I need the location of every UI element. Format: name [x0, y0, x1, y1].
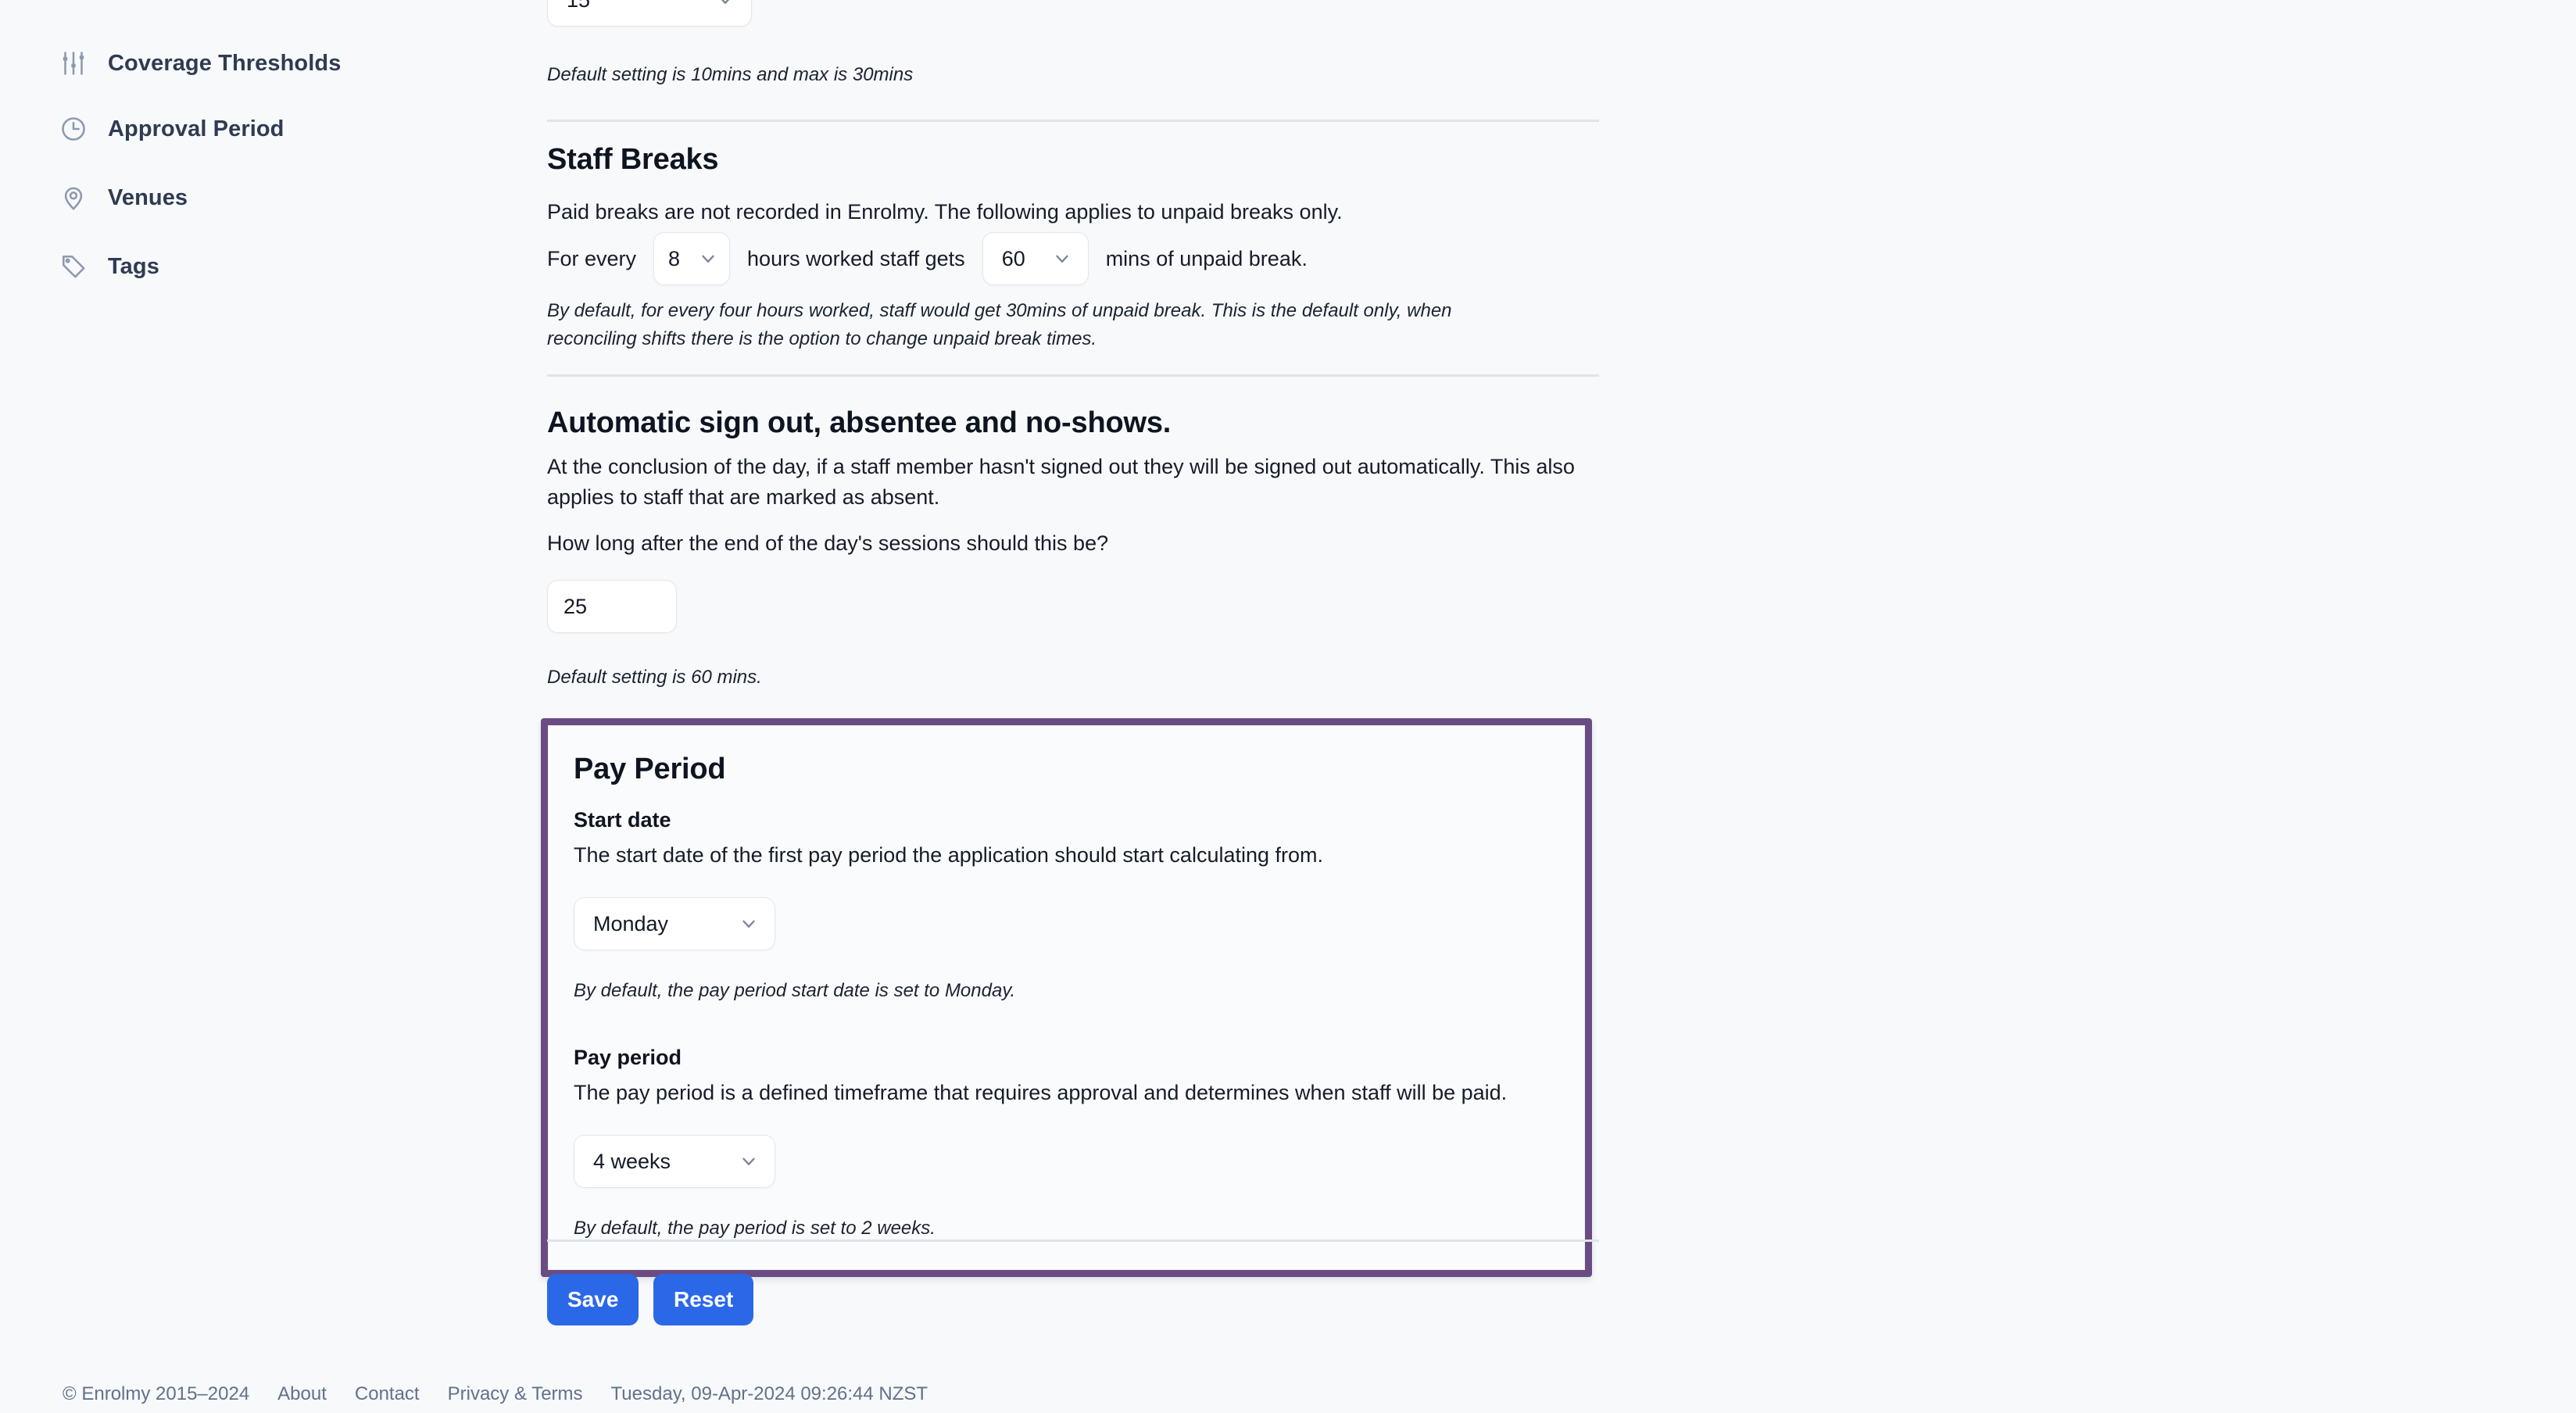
sidebar-item-tags[interactable]: Tags — [0, 232, 516, 301]
pay-period-length-select[interactable]: 4 weeks — [574, 1135, 775, 1188]
pay-period-highlight-box: Pay Period Start date The start date of … — [541, 718, 1592, 1277]
staff-breaks-description: Paid breaks are not recorded in Enrolmy.… — [547, 200, 1343, 224]
footer-contact-link[interactable]: Contact — [355, 1383, 420, 1405]
sidebar-item-label: Coverage Thresholds — [108, 50, 342, 76]
divider — [547, 1240, 1599, 1242]
sidebar-item-label: Tags — [108, 253, 159, 279]
sign-in-grace-select[interactable]: 15 — [547, 0, 752, 27]
divider — [547, 120, 1599, 122]
chevron-down-icon — [1052, 249, 1072, 269]
chevron-down-icon — [715, 0, 735, 10]
break-hours-select[interactable]: 8 — [653, 232, 731, 285]
tag-icon — [59, 252, 88, 281]
pay-period-label: Pay period — [574, 1046, 682, 1069]
clock-icon — [59, 115, 88, 143]
footer-copyright: © Enrolmy 2015–2024 — [63, 1383, 250, 1404]
pay-period-description: The pay period is a defined timeframe th… — [574, 1081, 1508, 1104]
auto-sign-out-description: At the conclusion of the day, if a staff… — [547, 455, 1575, 509]
start-date-label: Start date — [574, 808, 671, 832]
pay-period-start-date-select[interactable]: Monday — [574, 897, 775, 950]
auto-sign-out-title: Automatic sign out, absentee and no-show… — [547, 406, 1172, 439]
divider — [547, 374, 1599, 377]
sidebar: Coverage Thresholds Approval Period Venu… — [0, 0, 516, 1413]
sidebar-item-venues[interactable]: Venues — [0, 163, 516, 232]
pay-period-title: Pay Period — [574, 753, 726, 785]
footer-timestamp: Tuesday, 09-Apr-2024 09:26:44 NZST — [610, 1383, 928, 1404]
chevron-down-icon — [739, 1151, 759, 1172]
footer: © Enrolmy 2015–2024 About Contact Privac… — [63, 1383, 956, 1405]
staff-breaks-row: For every 8 hours worked staff gets 60 m… — [547, 232, 1308, 285]
pay-period-length-value: 4 weeks — [593, 1149, 671, 1173]
staff-breaks-prefix-text: For every — [547, 246, 637, 270]
auto-sign-out-hint: Default setting is 60 mins. — [547, 667, 762, 688]
sign-in-grace-hint: Default setting is 10mins and max is 30m… — [547, 64, 914, 85]
start-date-hint: By default, the pay period start date is… — [574, 980, 1016, 1001]
sidebar-item-label: Approval Period — [108, 116, 284, 141]
sidebar-item-label: Venues — [108, 184, 188, 210]
sidebar-item-approval-period[interactable]: Approval Period — [0, 95, 516, 163]
auto-sign-out-question: How long after the end of the day's sess… — [547, 531, 1109, 555]
save-button[interactable]: Save — [547, 1274, 639, 1325]
staff-breaks-middle-text: hours worked staff gets — [747, 246, 965, 270]
settings-main-panel: 15 Default setting is 10mins and max is … — [516, 0, 2576, 1413]
staff-breaks-hint: By default, for every four hours worked,… — [547, 300, 1452, 349]
staff-breaks-suffix-text: mins of unpaid break. — [1105, 246, 1308, 270]
sign-in-grace-value: 15 — [567, 0, 590, 13]
reset-button[interactable]: Reset — [653, 1274, 754, 1325]
pay-period-card: Pay Period Start date The start date of … — [548, 725, 1585, 1270]
break-minutes-select[interactable]: 60 — [982, 232, 1089, 285]
footer-privacy-terms-link[interactable]: Privacy & Terms — [448, 1383, 583, 1405]
pay-period-start-date-value: Monday — [593, 911, 669, 935]
break-hours-value: 8 — [668, 246, 681, 270]
start-date-description: The start date of the first pay period t… — [574, 843, 1324, 867]
map-pin-icon — [59, 184, 88, 212]
auto-sign-out-minutes-input[interactable] — [547, 580, 677, 633]
pay-period-hint: By default, the pay period is set to 2 w… — [574, 1218, 936, 1239]
footer-about-link[interactable]: About — [277, 1383, 327, 1405]
sidebar-item-coverage-thresholds[interactable]: Coverage Thresholds — [0, 29, 516, 98]
staff-breaks-title: Staff Breaks — [547, 143, 719, 176]
sliders-icon — [59, 49, 88, 77]
break-minutes-value: 60 — [1001, 246, 1025, 270]
chevron-down-icon — [739, 914, 759, 934]
chevron-down-icon — [698, 249, 718, 269]
